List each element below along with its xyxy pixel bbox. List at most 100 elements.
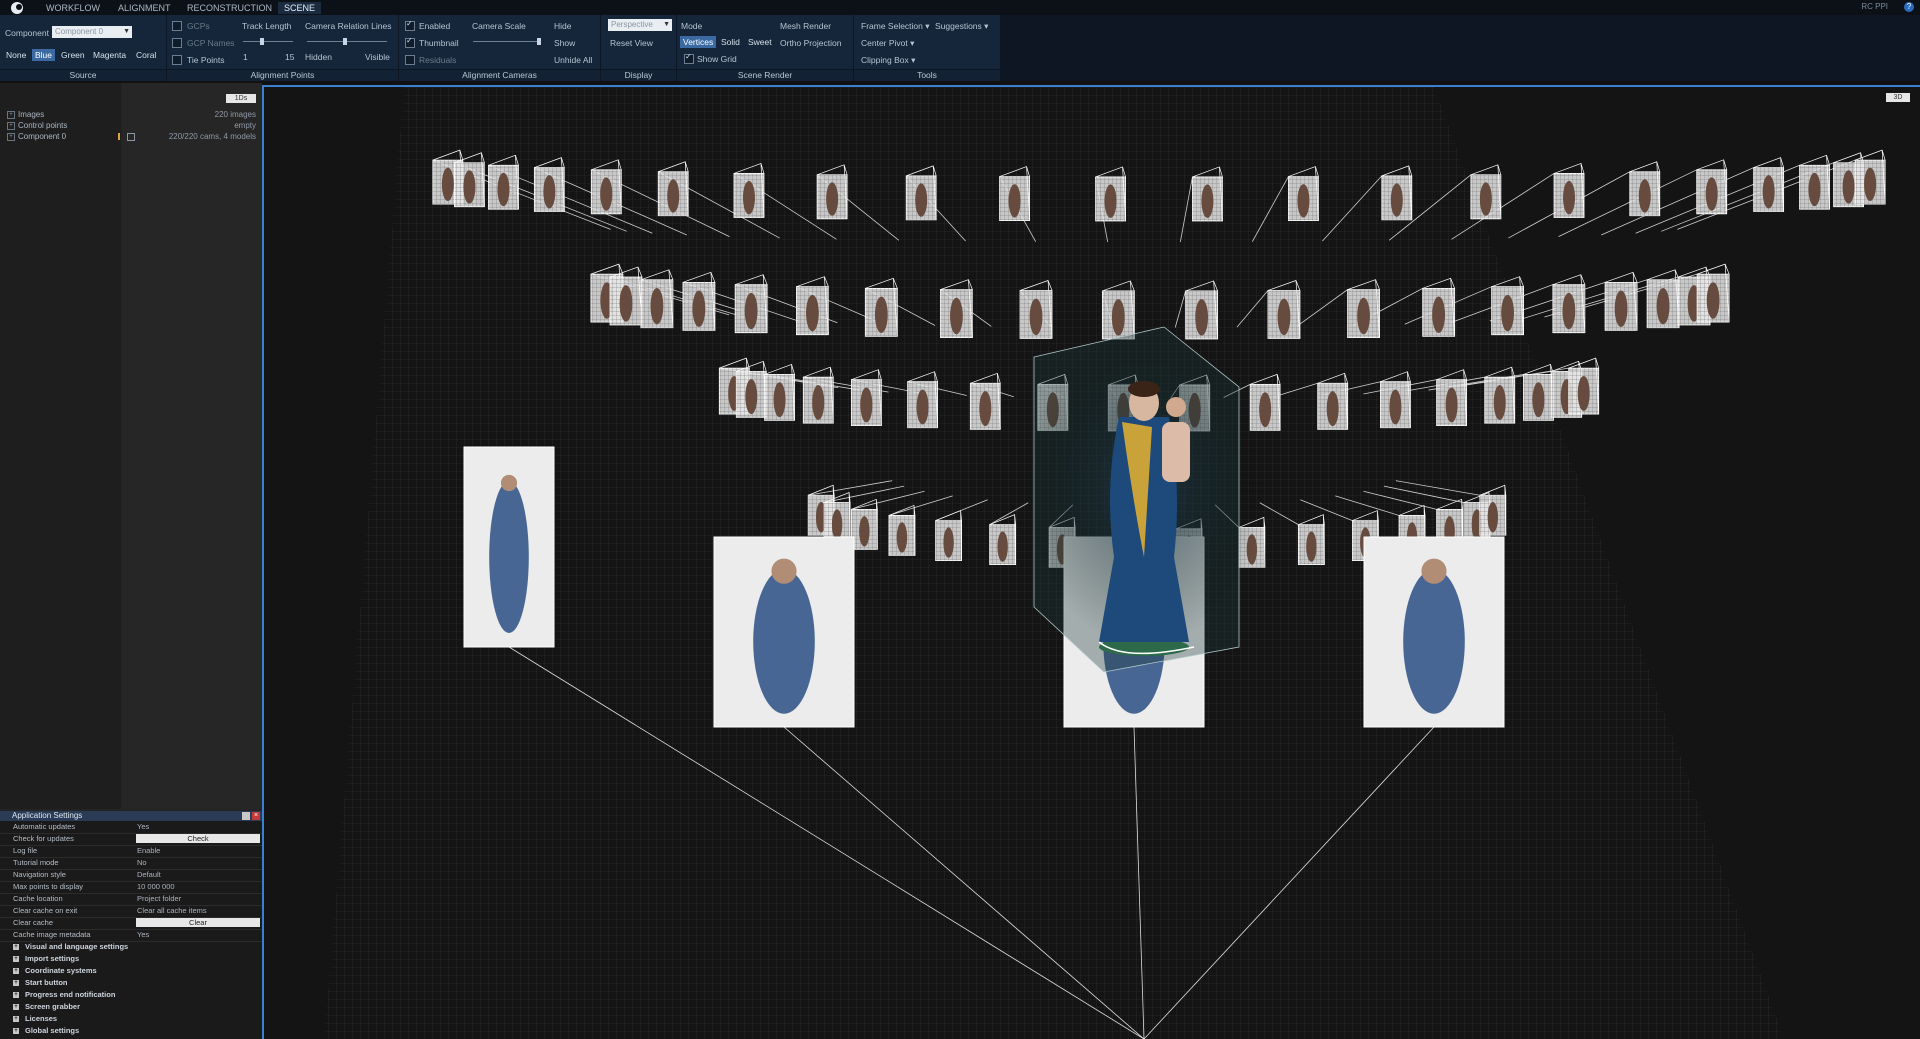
thumbnail-grid xyxy=(1470,174,1501,219)
statue-model[interactable] xyxy=(1024,326,1264,673)
tree-1ds-button[interactable]: 1Ds xyxy=(226,94,256,103)
gcp-names-checkbox[interactable] xyxy=(172,38,182,48)
expand-icon[interactable]: + xyxy=(13,1028,19,1034)
settings-value[interactable]: Default xyxy=(137,869,161,881)
thumbnail-grid xyxy=(454,162,485,207)
tree-row-control-points[interactable]: + Control points empty xyxy=(0,120,262,131)
unhide-all-button[interactable]: Unhide All xyxy=(554,55,592,65)
color-none-button[interactable]: None xyxy=(3,49,29,61)
clipping-box-button[interactable]: Clipping Box ▾ xyxy=(861,55,915,66)
settings-section[interactable]: + Licenses xyxy=(0,1013,262,1025)
settings-section[interactable]: + Import settings xyxy=(0,953,262,965)
settings-section[interactable]: + Progress end notification xyxy=(0,989,262,1001)
color-green-button[interactable]: Green xyxy=(58,49,88,61)
color-coral-button[interactable]: Coral xyxy=(133,49,159,61)
mesh-render-label[interactable]: Mesh Render xyxy=(780,21,831,31)
settings-section-title: Licenses xyxy=(25,1014,58,1023)
settings-value[interactable]: Project folder xyxy=(137,893,181,905)
camera-scale-slider[interactable] xyxy=(473,41,541,42)
app-logo-icon[interactable] xyxy=(4,0,30,15)
pin-icon[interactable] xyxy=(242,812,250,820)
relation-hidden-label: Hidden xyxy=(305,52,332,62)
expand-icon[interactable]: + xyxy=(13,944,19,950)
expand-icon[interactable]: + xyxy=(13,956,19,962)
tab-reconstruction[interactable]: RECONSTRUCTION xyxy=(181,2,278,14)
track-length-slider-handle[interactable] xyxy=(260,38,264,45)
settings-value[interactable]: Clear all cache items xyxy=(137,905,207,917)
expand-icon[interactable]: + xyxy=(13,980,19,986)
camera-relation-slider[interactable] xyxy=(307,41,387,42)
mode-solid-button[interactable]: Solid xyxy=(718,36,743,48)
expand-icon[interactable]: + xyxy=(13,992,19,998)
thumbnail-grid xyxy=(1605,282,1638,331)
thumbnail-grid xyxy=(1185,290,1218,339)
tab-alignment[interactable]: ALIGNMENT xyxy=(112,2,177,14)
expand-icon[interactable]: + xyxy=(13,1004,19,1010)
chevron-down-icon: ▾ xyxy=(984,21,989,31)
active-component-marker xyxy=(118,133,120,140)
settings-section[interactable]: + Global settings xyxy=(0,1025,262,1037)
group-title-alignment-cameras: Alignment Cameras xyxy=(399,69,600,81)
show-grid-checkbox[interactable] xyxy=(684,52,694,64)
tab-workflow[interactable]: WORKFLOW xyxy=(40,2,106,14)
camera-scale-slider-handle[interactable] xyxy=(537,38,541,45)
projection-combo[interactable]: Perspective ▼ xyxy=(608,19,672,31)
thumbnail-grid xyxy=(1267,290,1300,339)
thumbnail-grid xyxy=(851,379,882,426)
view-mode-3d-button[interactable]: 3D xyxy=(1886,93,1910,102)
settings-section[interactable]: + Screen grabber xyxy=(0,1001,262,1013)
tree-row-images[interactable]: + Images 220 images xyxy=(0,109,262,120)
residuals-checkbox[interactable] xyxy=(405,55,415,65)
settings-value[interactable]: 10 000 000 xyxy=(137,881,175,893)
close-icon[interactable]: × xyxy=(252,812,260,820)
settings-value[interactable]: No xyxy=(137,857,147,869)
center-pivot-button[interactable]: Center Pivot ▾ xyxy=(861,38,914,49)
gcps-checkbox[interactable] xyxy=(172,21,182,31)
settings-action-button[interactable]: Clear xyxy=(136,918,260,927)
component-combo[interactable]: Component 0 ▼ xyxy=(52,26,132,38)
thumbnail-grid xyxy=(1753,167,1784,212)
expand-icon[interactable]: + xyxy=(13,1016,19,1022)
settings-section[interactable]: + Coordinate systems xyxy=(0,965,262,977)
thumbnail-grid xyxy=(1484,377,1515,424)
3d-viewport[interactable]: 3D xyxy=(262,85,1920,1039)
settings-value[interactable]: Yes xyxy=(137,929,149,941)
settings-value[interactable]: Enable xyxy=(137,845,160,857)
tie-points-checkbox[interactable] xyxy=(172,55,182,65)
settings-key: Cache image metadata xyxy=(13,930,91,939)
scene-canvas[interactable] xyxy=(264,87,1920,1039)
thumbnail-grid xyxy=(940,289,973,338)
mode-sweet-button[interactable]: Sweet xyxy=(745,36,775,48)
suggestions-button[interactable]: Suggestions ▾ xyxy=(935,21,988,32)
tab-scene[interactable]: SCENE xyxy=(278,2,322,14)
expand-icon[interactable]: + xyxy=(13,968,19,974)
settings-section[interactable]: + Start button xyxy=(0,977,262,989)
frame-selection-button[interactable]: Frame Selection ▾ xyxy=(861,21,930,32)
track-length-slider[interactable] xyxy=(243,41,293,42)
mode-vertices-button[interactable]: Vertices xyxy=(680,36,717,48)
expand-icon[interactable]: + xyxy=(7,133,15,141)
hide-button[interactable]: Hide xyxy=(554,21,571,31)
thumbnail-checkbox[interactable] xyxy=(405,36,415,48)
settings-section[interactable]: + Visual and language settings xyxy=(0,941,262,953)
settings-action-button[interactable]: Check xyxy=(136,834,260,843)
reset-view-button[interactable]: Reset View xyxy=(610,38,653,48)
expand-icon[interactable]: + xyxy=(7,111,15,119)
color-blue-button[interactable]: Blue xyxy=(32,49,56,61)
statue-thumbnail-head xyxy=(1421,558,1447,584)
suggestions-label: Suggestions xyxy=(935,21,982,31)
color-magenta-button[interactable]: Magenta xyxy=(90,49,129,61)
thumbnail-grid xyxy=(999,176,1030,221)
statue-hair xyxy=(1128,381,1160,397)
camera-relation-slider-handle[interactable] xyxy=(343,38,347,45)
expand-icon[interactable]: + xyxy=(7,122,15,130)
settings-header: Application Settings × xyxy=(0,811,262,821)
chevron-down-icon: ▾ xyxy=(911,55,916,65)
settings-value[interactable]: Yes xyxy=(137,821,149,833)
help-icon[interactable]: ? xyxy=(1904,2,1914,12)
camera-relation-lines-label: Camera Relation Lines xyxy=(305,21,392,31)
tree-row-component-0[interactable]: + Component 0 220/220 cams, 4 models xyxy=(0,131,262,142)
enabled-checkbox[interactable] xyxy=(405,19,415,31)
show-button[interactable]: Show xyxy=(554,38,575,48)
ortho-projection-button[interactable]: Ortho Projection xyxy=(780,38,841,48)
